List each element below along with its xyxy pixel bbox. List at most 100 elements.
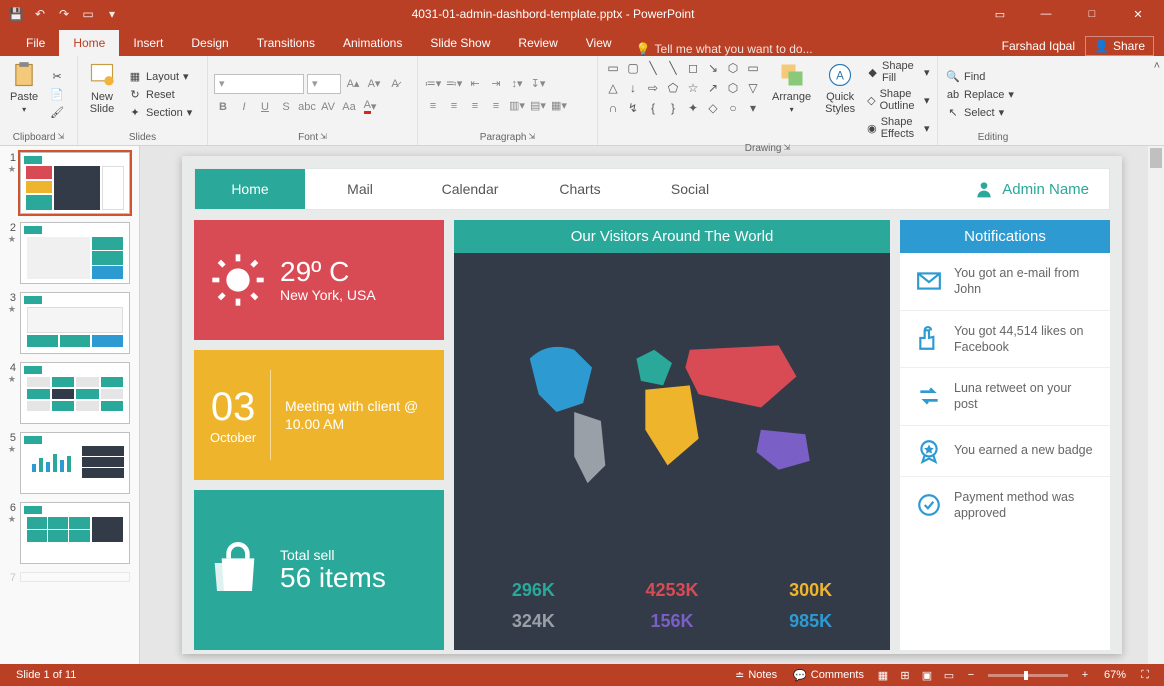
slide-thumbnail[interactable] — [20, 222, 130, 284]
align-center-icon[interactable]: ≡ — [445, 97, 463, 115]
tab-home[interactable]: Home — [59, 30, 119, 56]
slide-sorter-view-icon[interactable]: ⊞ — [894, 664, 916, 686]
justify-icon[interactable]: ≡ — [487, 97, 505, 115]
numbering-icon[interactable]: ≕▾ — [445, 75, 463, 93]
font-color-icon[interactable]: A▾ — [361, 98, 379, 116]
font-dialog-launcher-icon[interactable]: ⇲ — [320, 132, 327, 143]
slide-thumbnail[interactable] — [20, 572, 130, 582]
fit-to-window-icon[interactable]: ⛶ — [1134, 664, 1156, 686]
shape-outline-button[interactable]: ◇Shape Outline ▾ — [865, 87, 931, 113]
character-spacing-icon[interactable]: AV — [319, 98, 337, 116]
change-case-icon[interactable]: Aa — [340, 98, 358, 116]
tab-file[interactable]: File — [12, 30, 59, 56]
paragraph-group-label: Paragraph — [480, 132, 527, 143]
shape-fill-button[interactable]: ◆Shape Fill ▾ — [865, 59, 931, 85]
qat-customize-icon[interactable]: ▾ — [104, 6, 120, 22]
visitor-stat: 324K — [474, 611, 593, 632]
tab-slideshow[interactable]: Slide Show — [416, 30, 504, 56]
new-slide-button[interactable]: New Slide — [84, 59, 120, 130]
increase-font-icon[interactable]: A▴ — [344, 75, 362, 93]
tab-view[interactable]: View — [572, 30, 626, 56]
select-button[interactable]: ↖Select ▾ — [944, 105, 1016, 121]
slide-thumbnail[interactable] — [20, 432, 130, 494]
decrease-font-icon[interactable]: A▾ — [365, 75, 383, 93]
user-name[interactable]: Farshad Iqbal — [1002, 39, 1075, 53]
align-left-icon[interactable]: ≡ — [424, 97, 442, 115]
vertical-scrollbar[interactable] — [1148, 146, 1164, 664]
start-from-beginning-icon[interactable]: ▭ — [80, 6, 96, 22]
zoom-in-icon[interactable]: + — [1074, 664, 1096, 686]
line-spacing-icon[interactable]: ↕▾ — [508, 75, 526, 93]
bullets-icon[interactable]: ≔▾ — [424, 75, 442, 93]
reading-view-icon[interactable]: ▣ — [916, 664, 938, 686]
save-icon[interactable]: 💾 — [8, 6, 24, 22]
slide[interactable]: Home Mail Calendar Charts Social Admin N… — [182, 156, 1122, 654]
shape-effects-button[interactable]: ◉Shape Effects ▾ — [865, 115, 931, 141]
arrange-button[interactable]: Arrange▾ — [768, 59, 815, 141]
copy-button[interactable]: 📄 — [48, 87, 66, 103]
slide-canvas-area[interactable]: Home Mail Calendar Charts Social Admin N… — [140, 146, 1164, 664]
slide-thumbnail[interactable] — [20, 292, 130, 354]
columns-icon[interactable]: ▥▾ — [508, 97, 526, 115]
clear-formatting-icon[interactable]: A̷ — [386, 75, 404, 93]
underline-button[interactable]: U — [256, 98, 274, 116]
notes-button[interactable]: ≐Notes — [727, 669, 785, 682]
shadow-button[interactable]: abc — [298, 98, 316, 116]
paste-button[interactable]: Paste▾ — [6, 59, 42, 130]
section-button[interactable]: ✦Section ▾ — [126, 105, 194, 121]
meeting-text: Meeting with client @ 10.00 AM — [285, 397, 428, 433]
quick-styles-button[interactable]: A Quick Styles — [821, 59, 859, 141]
align-right-icon[interactable]: ≡ — [466, 97, 484, 115]
tab-animations[interactable]: Animations — [329, 30, 416, 56]
zoom-slider[interactable] — [988, 674, 1068, 677]
layout-button[interactable]: ▦Layout ▾ — [126, 69, 194, 85]
find-button[interactable]: 🔍Find — [944, 69, 1016, 85]
italic-button[interactable]: I — [235, 98, 253, 116]
tell-me-search[interactable]: 💡 Tell me what you want to do... — [636, 42, 813, 56]
slide-thumbnail[interactable] — [20, 152, 130, 214]
minimize-icon[interactable]: — — [1024, 0, 1068, 28]
dashboard-tab-home[interactable]: Home — [195, 169, 305, 209]
align-text-icon[interactable]: ▤▾ — [529, 97, 547, 115]
strikethrough-button[interactable]: S — [277, 98, 295, 116]
decrease-indent-icon[interactable]: ⇤ — [466, 75, 484, 93]
zoom-out-icon[interactable]: − — [960, 664, 982, 686]
tab-design[interactable]: Design — [177, 30, 242, 56]
cut-button[interactable]: ✂ — [48, 69, 66, 85]
text-direction-icon[interactable]: ↧▾ — [529, 75, 547, 93]
increase-indent-icon[interactable]: ⇥ — [487, 75, 505, 93]
redo-icon[interactable]: ↷ — [56, 6, 72, 22]
clipboard-dialog-launcher-icon[interactable]: ⇲ — [58, 132, 65, 143]
slide-thumbnail[interactable] — [20, 502, 130, 564]
tab-review[interactable]: Review — [504, 30, 571, 56]
tab-transitions[interactable]: Transitions — [243, 30, 329, 56]
shapes-gallery[interactable]: ▭▢╲╲◻↘⬡▭ △↓⇨⬠☆↗⬡▽ ∩↯{}✦◇○▾ — [604, 59, 762, 141]
bold-button[interactable]: B — [214, 98, 232, 116]
maximize-icon[interactable]: □ — [1070, 0, 1114, 28]
dashboard-tab-mail[interactable]: Mail — [305, 169, 415, 209]
slide-counter[interactable]: Slide 1 of 11 — [8, 669, 84, 681]
smartart-icon[interactable]: ▦▾ — [550, 97, 568, 115]
normal-view-icon[interactable]: ▦ — [872, 664, 894, 686]
share-button[interactable]: 👤 Share — [1085, 36, 1154, 56]
tab-insert[interactable]: Insert — [119, 30, 177, 56]
format-painter-button[interactable]: 🖌 — [48, 105, 66, 121]
close-icon[interactable]: ✕ — [1116, 0, 1160, 28]
paragraph-dialog-launcher-icon[interactable]: ⇲ — [529, 132, 536, 143]
dashboard-tab-charts[interactable]: Charts — [525, 169, 635, 209]
zoom-level[interactable]: 67% — [1096, 669, 1134, 681]
slideshow-view-icon[interactable]: ▭ — [938, 664, 960, 686]
reset-button[interactable]: ↻Reset — [126, 87, 194, 103]
dashboard-tab-social[interactable]: Social — [635, 169, 745, 209]
collapse-ribbon-icon[interactable]: ˄ — [1154, 60, 1160, 72]
replace-button[interactable]: abReplace ▾ — [944, 87, 1016, 103]
undo-icon[interactable]: ↶ — [32, 6, 48, 22]
font-name-combo[interactable]: ▾ — [214, 74, 304, 94]
font-size-combo[interactable]: ▾ — [307, 74, 341, 94]
dashboard-tab-calendar[interactable]: Calendar — [415, 169, 525, 209]
slide-thumbnail[interactable] — [20, 362, 130, 424]
sell-label: Total sell — [280, 547, 386, 563]
ribbon-display-options-icon[interactable]: ▭ — [978, 0, 1022, 28]
weather-card: 29º C New York, USA — [194, 220, 444, 340]
comments-button[interactable]: 💬Comments — [785, 669, 872, 682]
